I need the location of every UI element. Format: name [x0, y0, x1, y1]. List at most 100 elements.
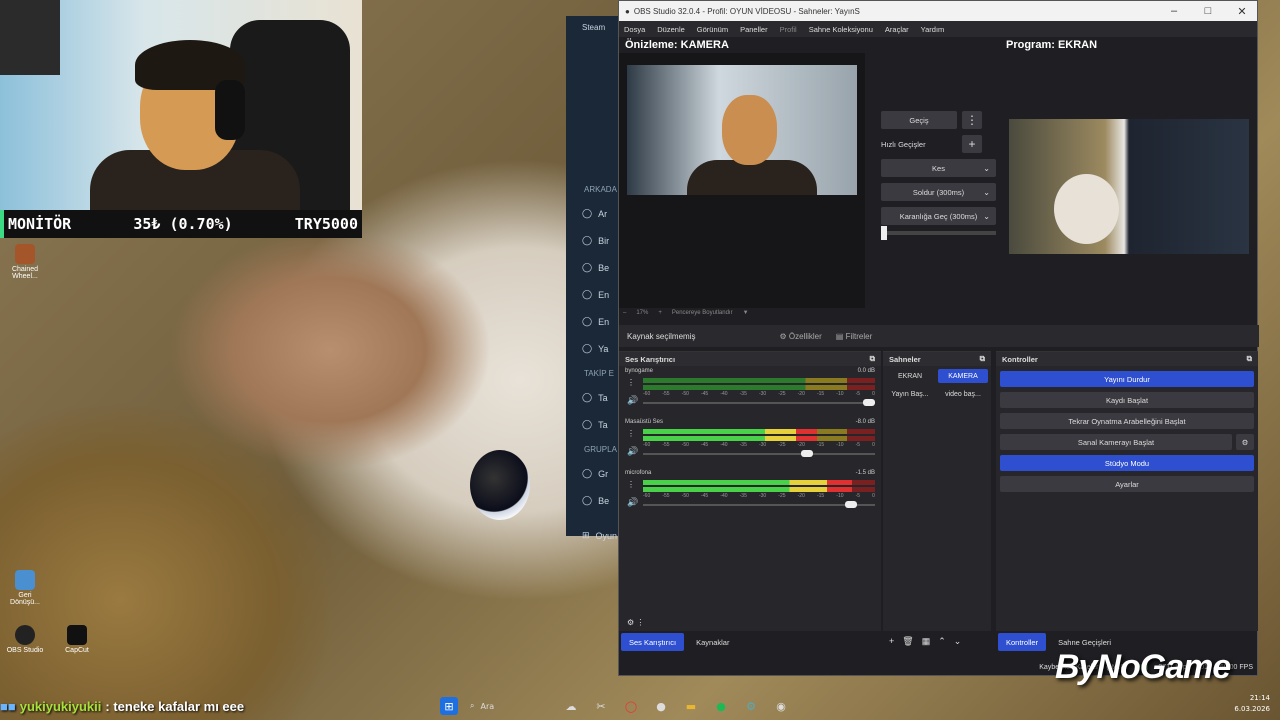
- folder-icon[interactable]: ▬: [682, 697, 700, 715]
- spotify-icon[interactable]: ●: [712, 697, 730, 715]
- recycle-bin-icon: [15, 570, 35, 590]
- widgets-icon[interactable]: ☁: [562, 697, 580, 715]
- taskbar-search[interactable]: ⌕ Ara: [470, 701, 550, 711]
- desktop-icon-capcut[interactable]: CapCut: [56, 625, 98, 654]
- obs-window: ● OBS Studio 32.0.4 - Profil: OYUN VİDEO…: [618, 0, 1259, 676]
- chat-message: ■■ yukiyukiyukii : teneke kafalar mı eee: [0, 694, 290, 718]
- menu-item[interactable]: Araçlar: [885, 25, 909, 34]
- steam-item[interactable]: ◯ Ya: [566, 335, 626, 362]
- steam-item[interactable]: ◯ Ta: [566, 411, 626, 438]
- windows-start-icon[interactable]: ⊞: [440, 697, 458, 715]
- price-value: TRY5000: [294, 215, 358, 233]
- mixer-channel: Masaüstü Ses -8.0 dB ⋮ -60 -55 -50 -45 -40 -35…: [619, 417, 881, 468]
- preview-canvas[interactable]: [627, 65, 857, 195]
- steam-footer[interactable]: ⊞ Oyun E: [566, 522, 626, 549]
- source-toolbar: Kaynak seçilmemiş ⚙ Özellikler ▤ Filtrel…: [619, 325, 1259, 347]
- scene-item-video[interactable]: video baş...: [938, 387, 988, 401]
- meter-tick: -10: [836, 493, 844, 499]
- volume-slider[interactable]: [643, 450, 875, 457]
- steam-item[interactable]: ◯ En: [566, 281, 626, 308]
- menu-item[interactable]: Yardım: [921, 25, 945, 34]
- steam-taskbar-icon[interactable]: ◉: [772, 697, 790, 715]
- menu-item[interactable]: Profil: [780, 25, 797, 34]
- controls-title: Kontroller: [1002, 354, 1038, 364]
- scene-item-yayin[interactable]: Yayın Baş...: [885, 387, 935, 401]
- obs-taskbar-icon[interactable]: ●: [652, 697, 670, 715]
- tab-controls[interactable]: Kontroller: [998, 633, 1047, 651]
- desktop-icon-recycle[interactable]: Geri Dönüşü...: [4, 570, 46, 606]
- obs-title: OBS Studio 32.0.4 - Profil: OYUN VİDEOSU…: [633, 6, 860, 16]
- start-recording-button[interactable]: Kaydı Başlat: [1000, 392, 1254, 408]
- menu-item[interactable]: Sahne Koleksiyonu: [809, 25, 873, 34]
- volume-slider[interactable]: [643, 399, 875, 406]
- steam-title: Steam: [582, 22, 606, 32]
- opera-icon[interactable]: ◯: [622, 697, 640, 715]
- properties-button[interactable]: ⚙ Özellikler: [779, 332, 821, 341]
- meter-tick: -20: [797, 391, 805, 397]
- steam-item[interactable]: ◯ Be: [566, 487, 626, 514]
- steam-item[interactable]: ◯ Bir: [566, 227, 626, 254]
- desktop-icon-chained[interactable]: Chained Wheel...: [4, 244, 46, 280]
- filters-button[interactable]: ▤ Filtreler: [836, 332, 872, 341]
- undock-icon[interactable]: ⧉: [980, 354, 985, 364]
- move-down-icon[interactable]: ⌄: [954, 636, 962, 647]
- move-up-icon[interactable]: ⌃: [938, 636, 946, 647]
- mixer-settings-icon[interactable]: ⚙ ⋮: [627, 618, 644, 627]
- menu-item[interactable]: Düzenle: [657, 25, 685, 34]
- tab-audio-mixer[interactable]: Ses Karıştırıcı: [621, 633, 685, 651]
- scenes-title: Sahneler: [889, 354, 921, 364]
- add-scene-icon[interactable]: +: [889, 636, 894, 647]
- meter-ticks: -60 -55 -50 -45 -40 -35 -30 -25 -20 -15 -10 -5 0: [643, 391, 875, 397]
- meter-tick: -30: [758, 391, 767, 397]
- channel-menu-icon[interactable]: ⋮: [627, 480, 635, 489]
- more-icon[interactable]: ⋮: [962, 111, 982, 129]
- menu-item[interactable]: Görünüm: [697, 25, 728, 34]
- settings-icon[interactable]: ⚙: [742, 697, 760, 715]
- meter-tick: -35: [739, 391, 747, 397]
- scene-item-kamera[interactable]: KAMERA: [938, 369, 988, 383]
- scene-item-ekran[interactable]: EKRAN: [885, 369, 935, 383]
- transition-fade[interactable]: Soldur (300ms) ⌄: [881, 183, 996, 201]
- steam-item[interactable]: ◯ Ta: [566, 384, 626, 411]
- settings-button[interactable]: Ayarlar: [1000, 476, 1254, 492]
- menu-item[interactable]: Paneller: [740, 25, 768, 34]
- meter-tick: -40: [720, 493, 728, 499]
- obs-icon: [15, 625, 35, 645]
- speaker-icon[interactable]: 🔊: [627, 497, 638, 508]
- maximize-icon[interactable]: □: [1193, 5, 1223, 17]
- minimize-icon[interactable]: –: [1159, 5, 1189, 17]
- transition-button[interactable]: Geçiş: [881, 111, 957, 129]
- add-icon[interactable]: +: [962, 135, 982, 153]
- menu-item[interactable]: Dosya: [624, 25, 645, 34]
- tbar-slider[interactable]: [881, 226, 996, 240]
- delete-scene-icon[interactable]: 🗑: [902, 636, 913, 647]
- speaker-icon[interactable]: 🔊: [627, 446, 638, 457]
- meter-tick: -55: [662, 391, 670, 397]
- meter-tick: -25: [778, 493, 786, 499]
- channel-menu-icon[interactable]: ⋮: [627, 378, 635, 387]
- virtual-camera-gear-icon[interactable]: ⚙: [1236, 434, 1254, 450]
- transition-cut[interactable]: Kes ⌄: [881, 159, 996, 177]
- channel-menu-icon[interactable]: ⋮: [627, 429, 635, 438]
- replay-buffer-button[interactable]: Tekrar Oynatma Arabelleğini Başlat: [1000, 413, 1254, 429]
- steam-item[interactable]: ◯ Gr: [566, 460, 626, 487]
- virtual-camera-button[interactable]: Sanal Kamerayı Başlat: [1000, 434, 1232, 450]
- studio-mode-button[interactable]: Stüdyo Modu: [1000, 455, 1254, 471]
- gear-icon: ⚙: [779, 331, 787, 341]
- filter-scene-icon[interactable]: ▦: [922, 636, 931, 647]
- transition-fade-black[interactable]: Karanlığa Geç (300ms) ⌄: [881, 207, 996, 225]
- capcut-taskbar-icon[interactable]: ✂: [592, 697, 610, 715]
- undock-icon[interactable]: ⧉: [1247, 354, 1252, 364]
- volume-slider[interactable]: [643, 501, 875, 508]
- close-icon[interactable]: ✕: [1227, 5, 1257, 18]
- stop-streaming-button[interactable]: Yayını Durdur: [1000, 371, 1254, 387]
- steam-item[interactable]: ◯ Be: [566, 254, 626, 281]
- tab-sources[interactable]: Kaynaklar: [688, 633, 737, 651]
- monitor-label: MONİTÖR: [8, 215, 72, 233]
- desktop-icon-obs[interactable]: OBS Studio: [4, 625, 46, 654]
- steam-item[interactable]: ◯ En: [566, 308, 626, 335]
- speaker-icon[interactable]: 🔊: [627, 395, 638, 406]
- chat-badge-icon: ■■: [0, 698, 16, 714]
- undock-icon[interactable]: ⧉: [870, 354, 875, 364]
- steam-item[interactable]: ◯ Ar: [566, 200, 626, 227]
